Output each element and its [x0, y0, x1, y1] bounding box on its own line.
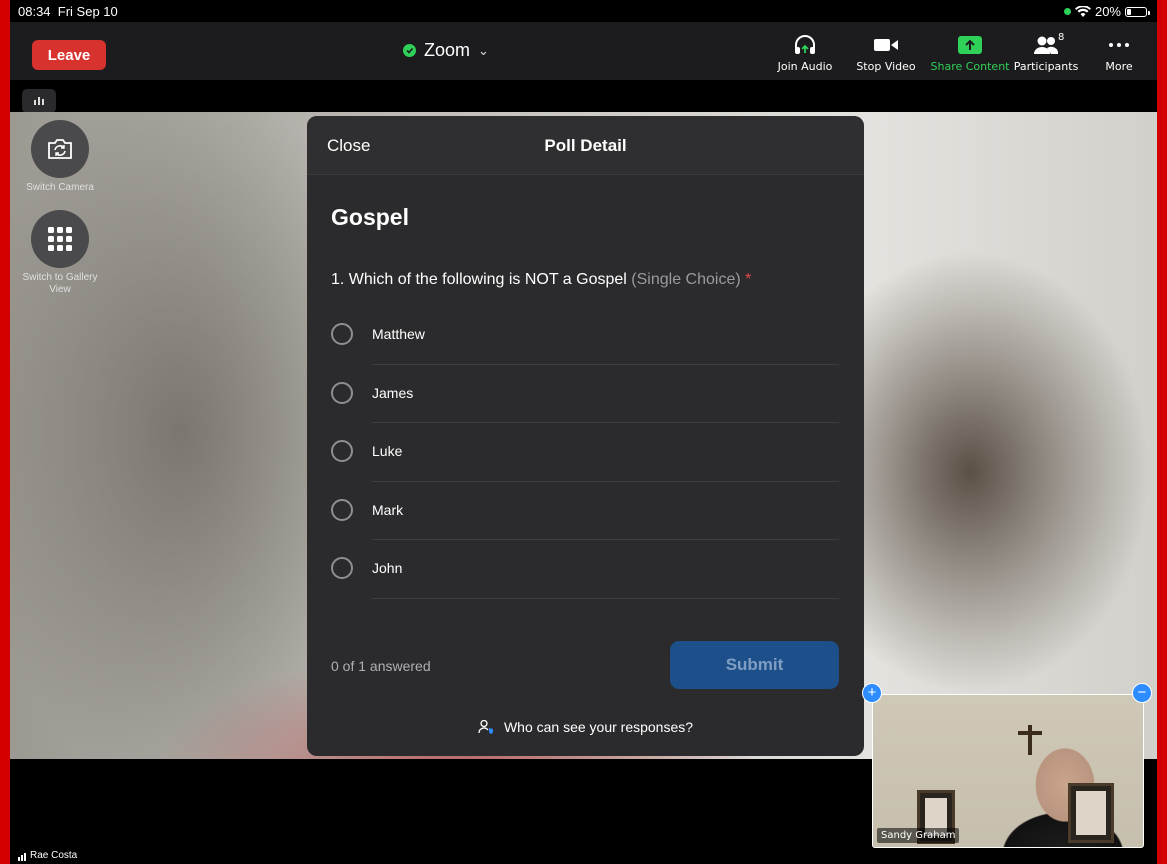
minimize-pip-button[interactable]: − [1132, 683, 1152, 703]
self-view-name: Sandy Graham [877, 828, 960, 843]
modal-title: Poll Detail [544, 136, 627, 155]
radio-button[interactable] [331, 498, 353, 521]
crucifix [1028, 725, 1032, 755]
bar-chart-icon-bar [38, 97, 40, 105]
radio-button[interactable] [331, 323, 353, 345]
more-button[interactable]: More [1079, 34, 1157, 73]
participant-count-badge: 8 [1058, 32, 1065, 43]
video-camera-icon [874, 39, 898, 51]
poll-title: Gospel [331, 204, 409, 230]
more-label: More [1105, 60, 1133, 73]
privacy-text: Who can see your responses? [503, 719, 694, 735]
option-label: John [372, 560, 403, 576]
picture-frame [1068, 783, 1114, 843]
stop-video-label: Stop Video [856, 60, 916, 73]
crucifix-bar [1018, 731, 1042, 735]
poll-option-matthew[interactable]: Matthew [331, 306, 839, 365]
privacy-link[interactable]: Who can see your responses? [307, 719, 864, 735]
option-label: Mark [372, 501, 404, 518]
headphones-icon [795, 35, 815, 54]
option-label: Luke [372, 443, 403, 459]
date: Fri Sep 10 [57, 4, 118, 19]
question-text: 1. Which of the following is NOT a Gospe… [331, 271, 627, 288]
statistics-button[interactable] [22, 89, 56, 113]
wifi-icon [1074, 5, 1091, 17]
share-content-button[interactable]: Share Content [930, 34, 1010, 73]
poll-question: 1. Which of the following is NOT a Gospe… [331, 271, 751, 289]
poll-option-john[interactable]: John [331, 540, 839, 599]
clock: 08:34 [18, 4, 51, 19]
participants-label: Participants [1013, 60, 1079, 73]
poll-options: Matthew James Luke Mark John [331, 306, 839, 599]
person-shield-icon [478, 719, 493, 734]
poll-option-james[interactable]: James [331, 365, 839, 423]
switch-camera-icon [48, 139, 72, 159]
meeting-title: Zoom [424, 40, 471, 60]
speaker-name: Rae Costa [30, 850, 78, 861]
switch-gallery-button[interactable]: Switch to Gallery View [20, 210, 100, 296]
zoom-screen: 08:34 Fri Sep 10 20% Leave Zoom ⌄ Join A… [10, 0, 1157, 864]
answered-count: 0 of 1 answered [331, 658, 431, 674]
camera-in-use-icon [1063, 8, 1071, 15]
status-time: 08:34 Fri Sep 10 [18, 4, 118, 19]
self-view-video[interactable]: Sandy Graham [872, 694, 1144, 848]
switch-camera-button[interactable]: Switch Camera [20, 120, 100, 194]
expand-pip-button[interactable]: + [862, 683, 882, 703]
meeting-toolbar: Leave Zoom ⌄ Join Audio Stop Video Share [10, 22, 1157, 80]
option-label: James [372, 384, 414, 401]
question-type: (Single Choice) [631, 271, 741, 288]
more-dots-icon [1109, 43, 1129, 47]
signal-strength-icon [18, 850, 27, 861]
shield-check-icon [403, 44, 416, 57]
submit-button[interactable]: Submit [670, 641, 839, 689]
battery-percent: 20% [1094, 4, 1121, 19]
leave-button[interactable]: Leave [32, 40, 106, 70]
divider [372, 597, 839, 599]
grid-icon [48, 227, 72, 251]
participants-icon [1034, 36, 1059, 54]
join-audio-button[interactable]: Join Audio [765, 34, 845, 73]
poll-option-luke[interactable]: Luke [331, 423, 839, 482]
chevron-down-icon: ⌄ [478, 42, 489, 58]
active-speaker-label: Rae Costa [18, 850, 77, 861]
switch-camera-label: Switch Camera [26, 182, 94, 193]
required-mark: * [745, 271, 752, 288]
radio-button[interactable] [331, 440, 353, 462]
status-indicators: 20% [1063, 4, 1150, 19]
participants-button[interactable]: 8 Participants [1006, 32, 1086, 73]
meeting-title-dropdown[interactable]: Zoom ⌄ [403, 40, 489, 61]
poll-detail-modal: Close Poll Detail Gospel 1. Which of the… [307, 116, 864, 756]
share-content-label: Share Content [930, 60, 1010, 73]
option-label: Matthew [372, 326, 425, 342]
modal-header: Close Poll Detail [307, 116, 864, 175]
battery-icon [1125, 6, 1150, 17]
status-bar: 08:34 Fri Sep 10 20% [10, 0, 1157, 22]
bar-chart-icon-bar [42, 99, 44, 105]
share-screen-icon [958, 36, 982, 54]
switch-camera-circle [31, 120, 89, 178]
radio-button[interactable] [331, 381, 353, 404]
radio-button[interactable] [331, 557, 353, 579]
poll-option-mark[interactable]: Mark [331, 482, 839, 540]
gallery-circle [31, 210, 89, 268]
bar-chart-icon [34, 100, 36, 105]
switch-gallery-label: Switch to Gallery View [22, 272, 98, 295]
stop-video-button[interactable]: Stop Video [846, 34, 926, 73]
join-audio-label: Join Audio [777, 60, 833, 73]
